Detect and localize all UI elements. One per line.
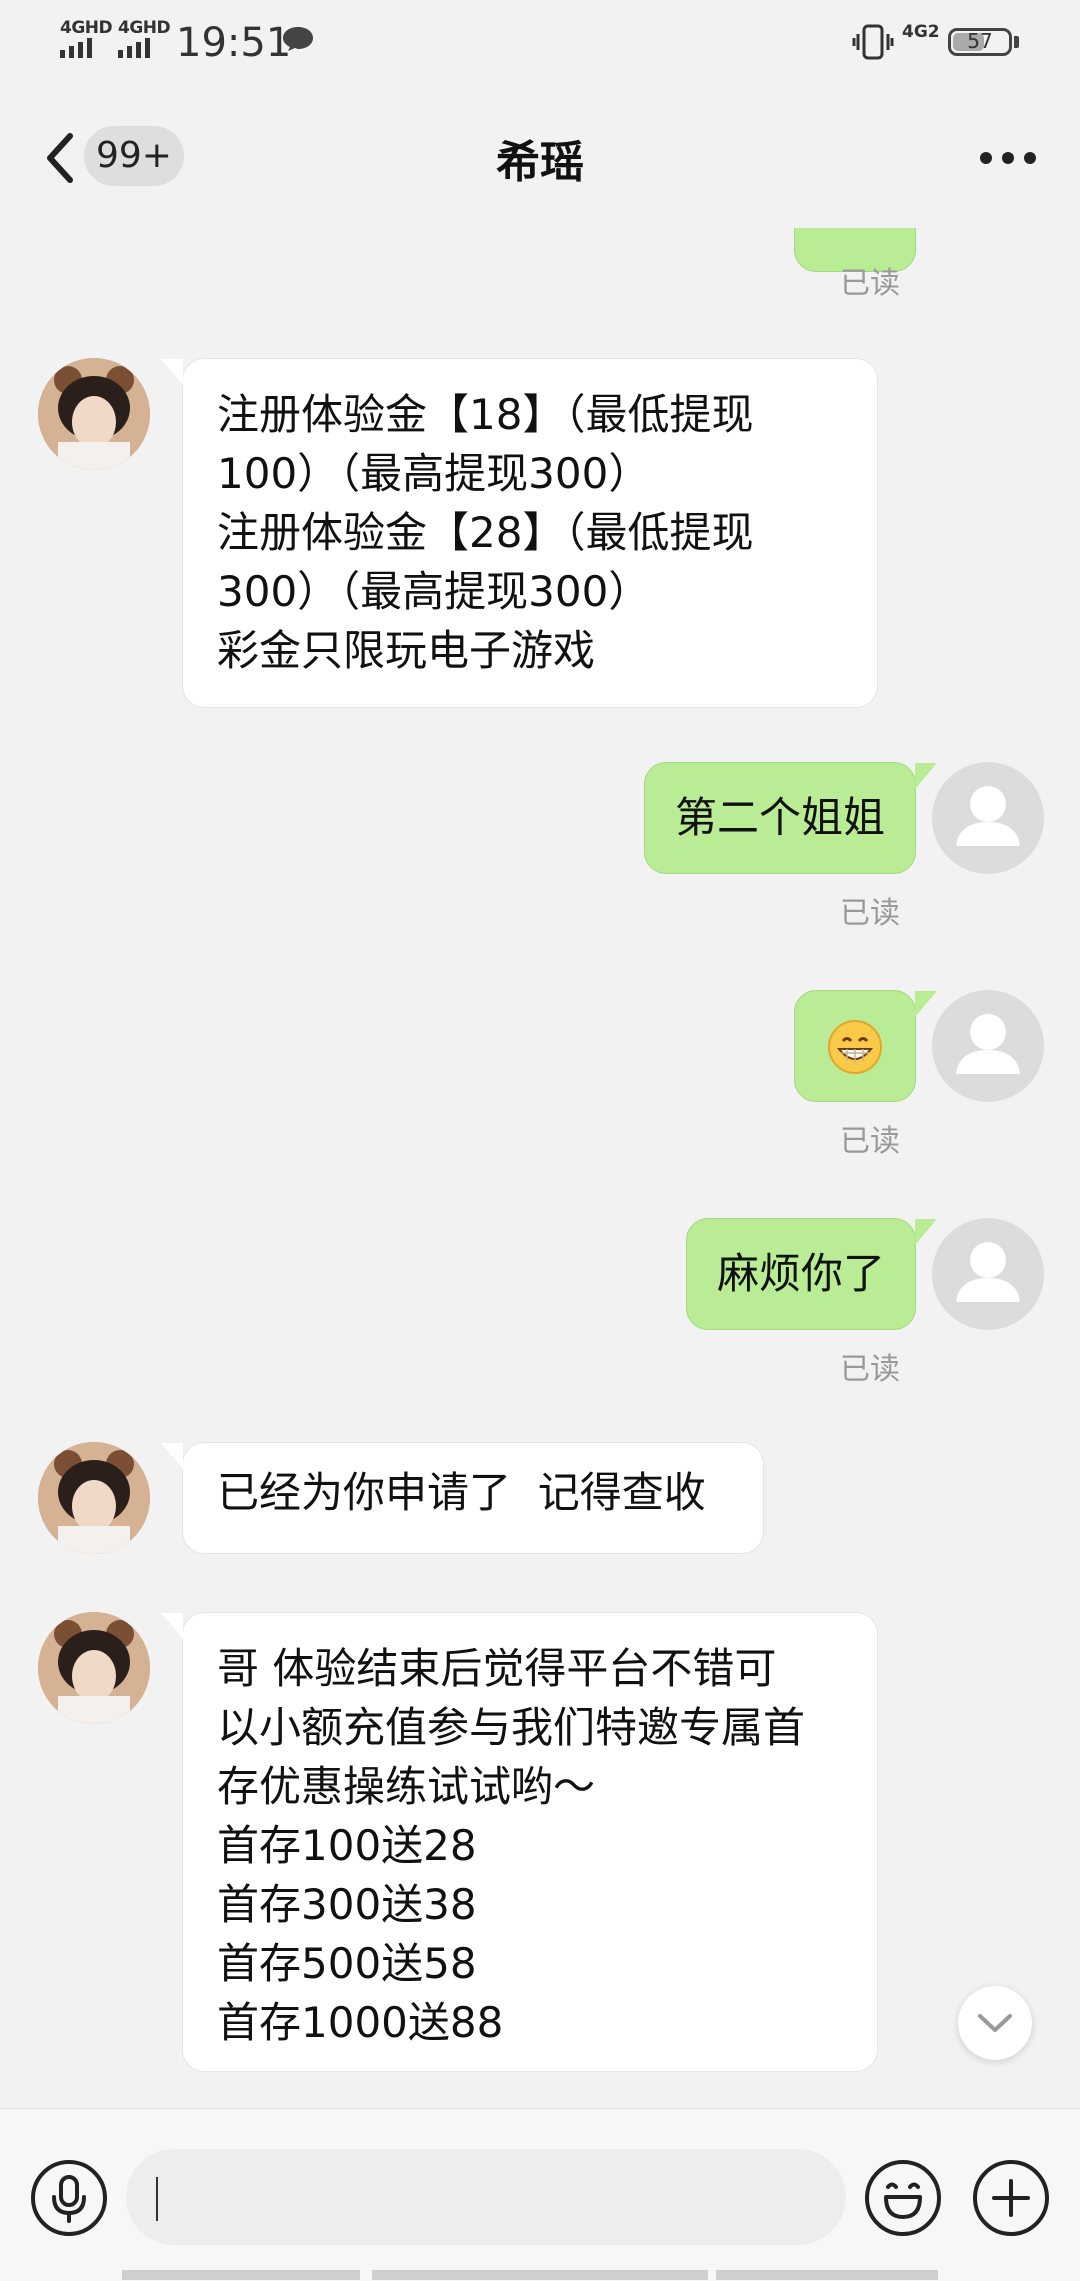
message-outgoing: 第二个姐姐 已读 (0, 762, 1080, 931)
signal-icon (60, 38, 92, 58)
contact-photo-icon (38, 358, 150, 470)
message-incoming: 哥 体验结束后觉得平台不错可 以小额充值参与我们特邀专属首 存优惠操练试试哟～ … (0, 1612, 1080, 2072)
network-label-1: 4GHD (60, 18, 113, 38)
contact-avatar[interactable] (38, 358, 150, 470)
gesture-bar-segment (122, 2270, 360, 2280)
status-time: 19:51 (176, 20, 292, 66)
message-bubble[interactable]: 哥 体验结束后觉得平台不错可 以小额充值参与我们特邀专属首 存优惠操练试试哟～ … (161, 1612, 878, 2072)
default-user-icon (956, 1014, 1020, 1074)
battery-tip (1014, 36, 1019, 48)
self-avatar[interactable] (932, 990, 1044, 1102)
status-bar: 4GHD 4GHD 19:51 4G2 57 (0, 0, 1080, 88)
battery-icon: 57 (948, 28, 1012, 56)
gesture-bar-segment (372, 2270, 708, 2280)
scroll-to-bottom-button[interactable] (958, 1986, 1032, 2060)
self-avatar[interactable] (932, 762, 1044, 874)
gesture-bar-segment (716, 2270, 938, 2280)
chat-title: 希瑶 (496, 137, 584, 188)
signal-icon-2 (118, 38, 150, 58)
grinning-face-emoji-icon (828, 1019, 882, 1074)
plus-icon[interactable] (972, 2159, 1050, 2237)
chat-messages[interactable]: 已读 注册体验金【18】（最低提现 100）（最高提现300） 注册体验金【28… (0, 228, 1080, 2108)
contact-photo-icon (38, 1612, 150, 1724)
message-bubble[interactable]: 已经为你申请了 记得查收 (161, 1442, 764, 1554)
chat-header: 99+ 希瑶 (0, 88, 1080, 229)
default-user-icon (956, 786, 1020, 846)
message-input[interactable] (126, 2149, 846, 2245)
input-bar (0, 2108, 1080, 2281)
message-incoming: 已经为你申请了 记得查收 (0, 1442, 1080, 1554)
contact-photo-icon (38, 1442, 150, 1554)
message-bubble[interactable]: 注册体验金【18】（最低提现 100）（最高提现300） 注册体验金【28】（最… (161, 358, 878, 708)
vibrate-icon (852, 24, 894, 60)
read-receipt: 已读 (840, 1124, 900, 1159)
network-label-2: 4GHD (118, 18, 171, 38)
contact-avatar[interactable] (38, 1612, 150, 1724)
message-bubble[interactable]: 麻烦你了 (685, 1218, 938, 1330)
message-bubble[interactable]: 第二个姐姐 (643, 762, 938, 874)
contact-avatar[interactable] (38, 1442, 150, 1554)
network-label-3: 4G2 (902, 22, 940, 42)
emoji-icon[interactable] (864, 2159, 942, 2237)
message-outgoing: 已读 (0, 990, 1080, 1159)
read-receipt: 已读 (840, 1352, 900, 1387)
message-incoming: 注册体验金【18】（最低提现 100）（最高提现300） 注册体验金【28】（最… (0, 358, 1080, 708)
default-user-icon (956, 1242, 1020, 1302)
message-outgoing: 已读 (0, 228, 1080, 308)
read-receipt: 已读 (840, 266, 900, 301)
read-receipt: 已读 (840, 896, 900, 931)
more-options-icon[interactable] (978, 150, 1038, 166)
text-caret (156, 2177, 158, 2221)
chevron-down-icon (978, 2014, 1012, 2032)
message-outgoing: 麻烦你了 已读 (0, 1218, 1080, 1387)
message-bubble[interactable] (794, 990, 937, 1102)
self-avatar[interactable] (932, 1218, 1044, 1330)
microphone-icon[interactable] (30, 2159, 108, 2237)
message-notification-icon (283, 27, 313, 51)
